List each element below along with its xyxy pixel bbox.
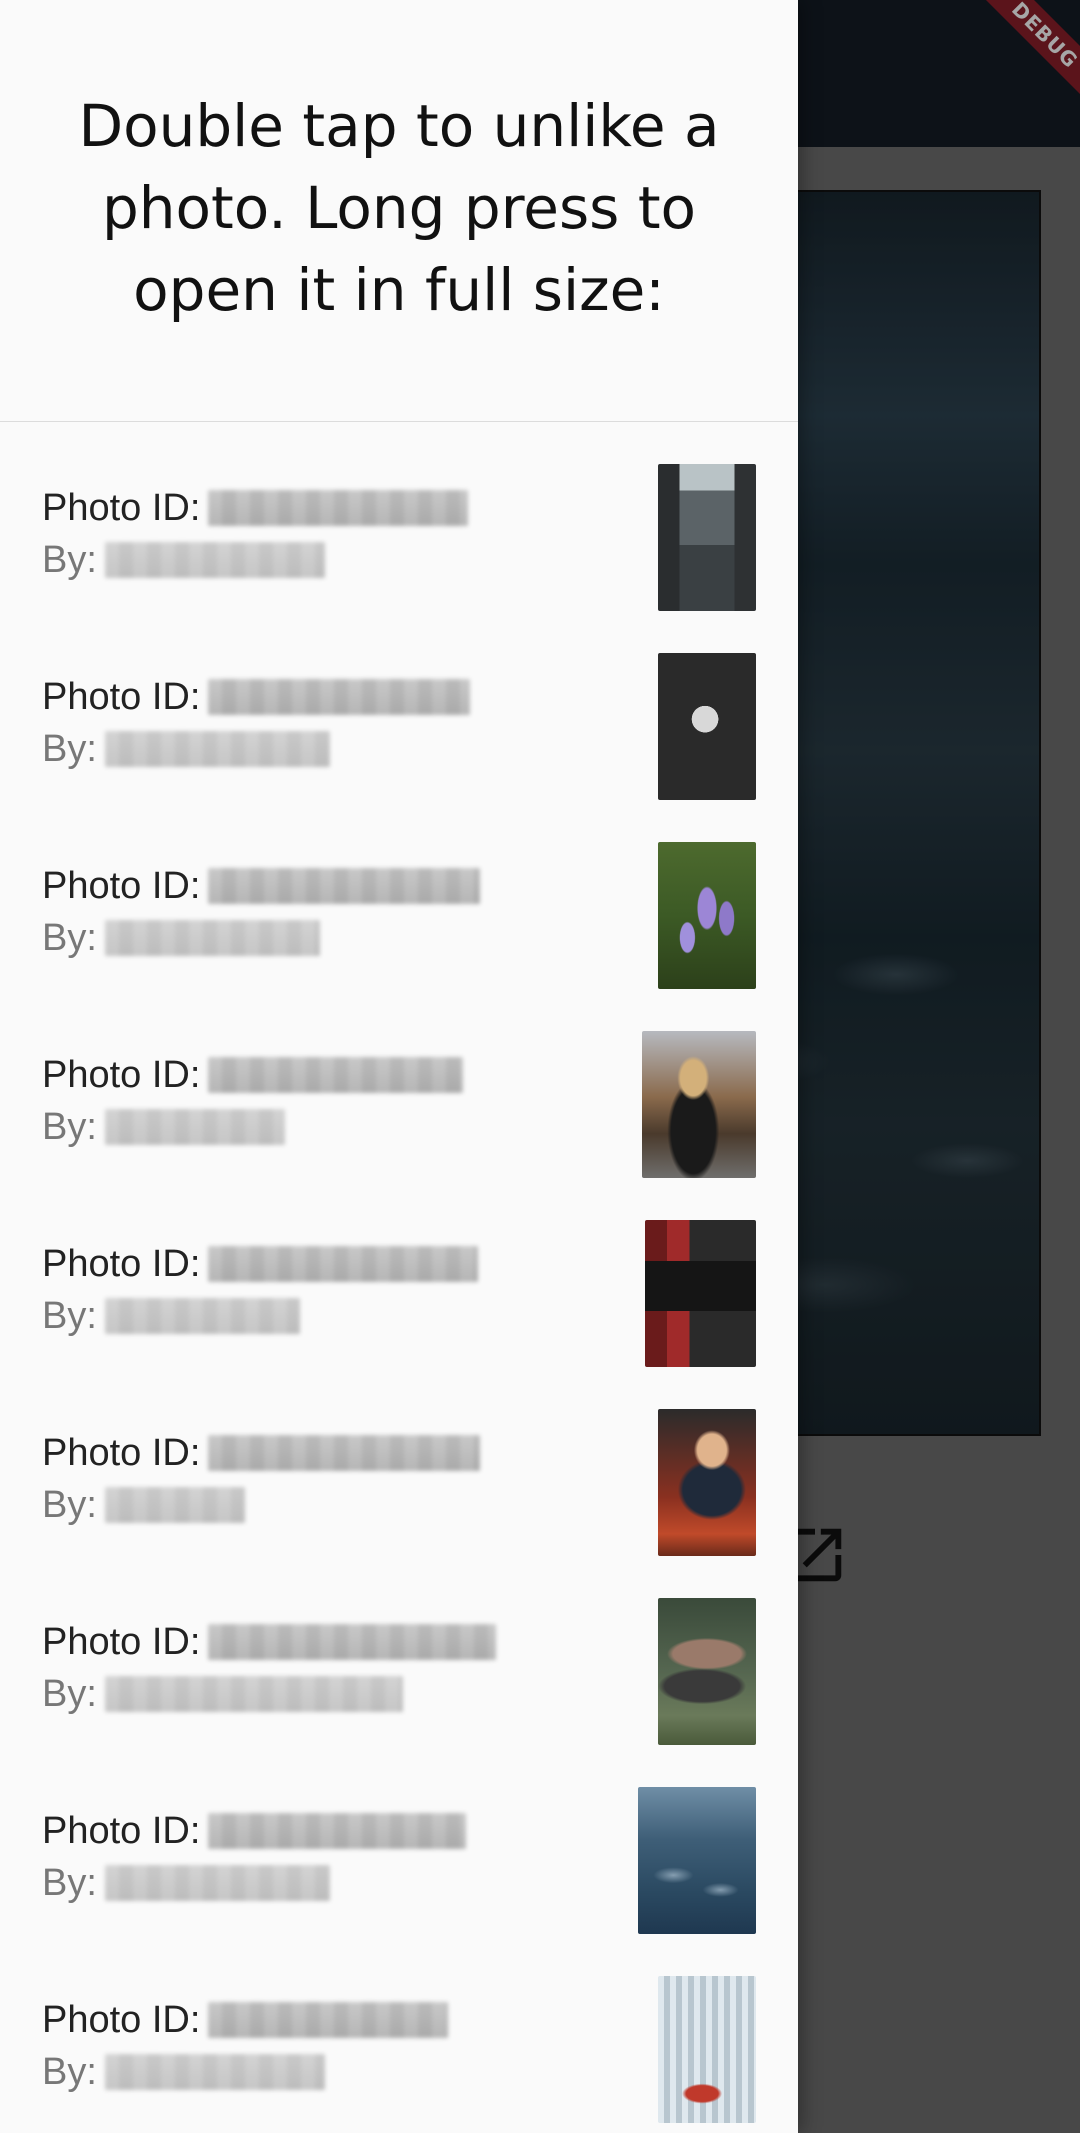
child-photo-thumbnail[interactable] [658,1409,756,1556]
computer-photo-thumbnail[interactable] [645,1220,756,1367]
camera-photo-thumbnail[interactable] [658,653,756,800]
redacted-photo-id [208,1057,464,1093]
redacted-author [104,2054,325,2090]
photo-id-label: Photo ID: [42,864,201,907]
jeep-photo-thumbnail[interactable] [658,1598,756,1745]
liked-photos-drawer: Double tap to unlike a photo. Long press… [0,0,798,2133]
author-label: By: [42,1672,97,1715]
redacted-author [104,1109,285,1145]
redacted-photo-id [208,490,469,526]
drawer-header: Double tap to unlike a photo. Long press… [0,0,798,422]
photo-id-label: Photo ID: [42,675,201,718]
photo-id-label: Photo ID: [42,1809,201,1852]
list-item[interactable]: Photo ID: By: [0,1745,798,1934]
list-item[interactable]: Photo ID: By: [0,1178,798,1367]
list-item[interactable]: Photo ID: By: [0,611,798,800]
author-label: By: [42,1483,97,1526]
drawer-title: Double tap to unlike a photo. Long press… [78,91,720,324]
redacted-photo-id [208,1624,497,1660]
author-label: By: [42,2050,97,2093]
list-item[interactable]: Photo ID: By: [0,1934,798,2123]
redacted-author [104,920,320,956]
photo-id-label: Photo ID: [42,1431,201,1474]
list-item[interactable]: Photo ID: By: [0,1367,798,1556]
author-label: By: [42,1105,97,1148]
liked-photos-list: Photo ID: By: Photo ID: By: Photo ID: By… [0,422,798,2123]
author-label: By: [42,916,97,959]
flowers-photo-thumbnail[interactable] [658,842,756,989]
list-item[interactable]: Photo ID: By: [0,1556,798,1745]
author-label: By: [42,727,97,770]
author-label: By: [42,538,97,581]
list-item[interactable]: Photo ID: By: [0,989,798,1178]
redacted-photo-id [208,868,481,904]
photo-id-label: Photo ID: [42,1998,201,2041]
list-item[interactable]: Photo ID: By: [0,422,798,611]
redacted-photo-id [208,2002,449,2038]
photo-id-label: Photo ID: [42,486,201,529]
author-label: By: [42,1294,97,1337]
sea-photo-thumbnail[interactable] [638,1787,756,1934]
photo-id-label: Photo ID: [42,1242,201,1285]
redacted-photo-id [208,1813,467,1849]
redacted-photo-id [208,679,471,715]
photo-id-label: Photo ID: [42,1053,201,1096]
redacted-photo-id [208,1246,479,1282]
woman-photo-thumbnail[interactable] [642,1031,756,1178]
redacted-author [104,731,330,767]
redacted-author [104,1865,330,1901]
redacted-author [104,1487,245,1523]
photo-id-label: Photo ID: [42,1620,201,1663]
author-label: By: [42,1861,97,1904]
redacted-author [104,1676,403,1712]
redacted-author [104,1298,300,1334]
street-photo-thumbnail[interactable] [658,464,756,611]
list-item[interactable]: Photo ID: By: [0,800,798,989]
city-photo-thumbnail[interactable] [658,1976,756,2123]
redacted-photo-id [208,1435,481,1471]
redacted-author [104,542,325,578]
